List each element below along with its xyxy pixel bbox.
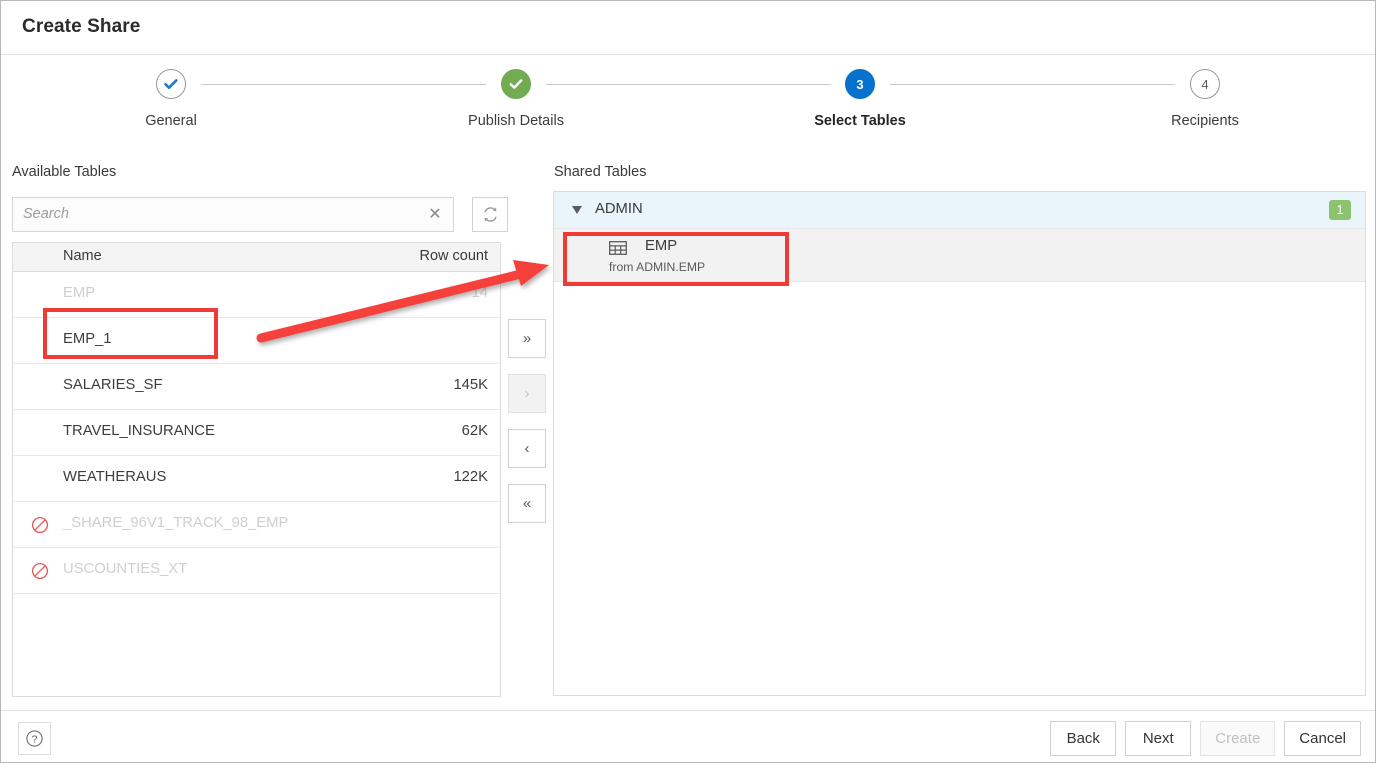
table-row-name: TRAVEL_INSURANCE (63, 423, 215, 439)
shared-tables-heading: Shared Tables (554, 164, 646, 180)
stepper-connector-3 (890, 84, 1175, 85)
available-search-row: Search ✕ (12, 197, 454, 232)
table-row-count: 62K (462, 423, 488, 439)
status-badge: 1 (1329, 200, 1351, 220)
table-row-name: EMP_1 (63, 331, 112, 347)
table-grid-icon (609, 241, 627, 255)
check-icon (507, 75, 525, 93)
table-row-name: USCOUNTIES_XT (63, 561, 187, 577)
step-2-indicator (501, 69, 531, 99)
step-general[interactable]: General (101, 69, 241, 129)
step-4-label: Recipients (1135, 113, 1275, 129)
column-header-row-count: Row count (419, 248, 488, 264)
check-icon (162, 75, 180, 93)
table-row-name: EMP (63, 285, 95, 301)
available-tables-panel: Name Row count EMP 14 EMP_1 SALARIES_SF … (12, 242, 501, 697)
table-row-count: 122K (453, 469, 488, 485)
footer-button-group: Back Next Create Cancel (1050, 721, 1361, 756)
transfer-button-group: » › ‹ « (508, 319, 546, 539)
step-4-indicator: 4 (1190, 69, 1220, 99)
step-1-indicator (156, 69, 186, 99)
column-header-name: Name (63, 248, 102, 264)
step-3-indicator: 3 (845, 69, 875, 99)
move-all-right-button[interactable]: » (508, 319, 546, 358)
step-publish-details[interactable]: Publish Details (446, 69, 586, 129)
shared-table-name: EMP (645, 238, 677, 254)
refresh-button[interactable] (472, 197, 508, 232)
step-select-tables[interactable]: 3 Select Tables (790, 69, 930, 129)
table-row: USCOUNTIES_XT (13, 548, 500, 594)
shared-table-source: from ADMIN.EMP (609, 260, 705, 274)
refresh-icon (481, 205, 500, 224)
help-circle-icon: ? (25, 729, 44, 748)
search-input[interactable]: Search (23, 198, 423, 231)
table-row-name: _SHARE_96V1_TRACK_98_EMP (63, 515, 288, 531)
footer-divider (1, 710, 1375, 711)
table-row[interactable]: WEATHERAUS 122K (13, 456, 500, 502)
move-left-button[interactable]: ‹ (508, 429, 546, 468)
svg-text:?: ? (32, 734, 38, 745)
wizard-stepper: General Publish Details 3 Select Tables … (1, 55, 1375, 155)
next-button[interactable]: Next (1125, 721, 1191, 756)
table-row[interactable]: SALARIES_SF 145K (13, 364, 500, 410)
table-row-count: 145K (453, 377, 488, 393)
step-3-label: Select Tables (790, 113, 930, 129)
no-entry-icon (31, 516, 49, 534)
shared-tables-panel: ADMIN 1 EMP from ADMIN.EMP (553, 191, 1366, 696)
step-recipients[interactable]: 4 Recipients (1135, 69, 1275, 129)
close-icon[interactable]: ✕ (425, 205, 445, 225)
dialog-titlebar: Create Share (1, 1, 1375, 55)
back-button[interactable]: Back (1050, 721, 1116, 756)
move-all-left-button[interactable]: « (508, 484, 546, 523)
page-title: Create Share (22, 16, 140, 38)
table-row-name: WEATHERAUS (63, 469, 166, 485)
move-right-button: › (508, 374, 546, 413)
table-row[interactable]: EMP_1 (13, 318, 500, 364)
search-box[interactable]: Search ✕ (12, 197, 454, 232)
shared-group-admin[interactable]: ADMIN 1 (554, 192, 1365, 229)
step-1-label: General (101, 113, 241, 129)
shared-table-item[interactable]: EMP from ADMIN.EMP (554, 229, 1365, 282)
table-row[interactable]: EMP 14 (13, 272, 500, 318)
help-button[interactable]: ? (18, 722, 51, 755)
shared-group-label: ADMIN (595, 201, 643, 217)
available-tables-heading: Available Tables (12, 164, 116, 180)
cancel-button[interactable]: Cancel (1284, 721, 1361, 756)
table-row: _SHARE_96V1_TRACK_98_EMP (13, 502, 500, 548)
stepper-connector-2 (546, 84, 831, 85)
table-row[interactable]: TRAVEL_INSURANCE 62K (13, 410, 500, 456)
create-share-dialog: Create Share General Publish Details 3 (0, 0, 1376, 763)
available-tables-header: Name Row count (13, 243, 500, 272)
stepper-connector-1 (201, 84, 486, 85)
chevron-down-icon[interactable] (572, 206, 582, 214)
table-row-count: 14 (472, 285, 488, 301)
table-row-name: SALARIES_SF (63, 377, 163, 393)
create-button: Create (1200, 721, 1275, 756)
no-entry-icon (31, 562, 49, 580)
step-2-label: Publish Details (446, 113, 586, 129)
